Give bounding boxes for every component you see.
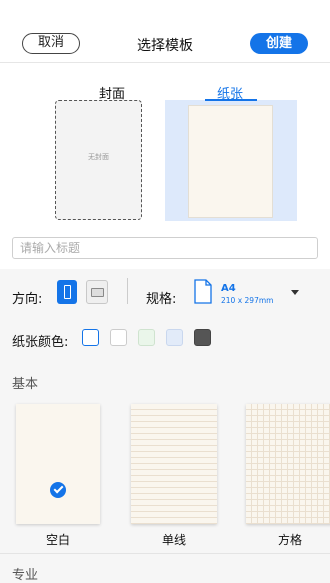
template-label-blank: 空白 <box>45 533 70 547</box>
paper-color-label: 纸张颜色: <box>12 335 69 350</box>
portrait-button[interactable] <box>57 280 77 304</box>
chevron-down-icon[interactable] <box>291 290 299 295</box>
no-cover-text: 无封面 <box>88 153 109 161</box>
template-grid[interactable] <box>246 404 330 524</box>
landscape-icon <box>91 288 104 297</box>
create-button[interactable]: 创建 <box>250 33 308 54</box>
color-swatch-white[interactable] <box>110 329 127 346</box>
section-title-pro: 专业 <box>12 568 39 583</box>
color-swatch-green[interactable] <box>138 329 155 346</box>
page-size-icon[interactable] <box>194 279 212 304</box>
cover-preview[interactable]: 无封面 <box>55 100 142 220</box>
checkmark-icon <box>50 482 66 498</box>
size-dimensions: 210 x 297mm <box>221 296 274 305</box>
template-label-single-line: 单线 <box>161 533 186 547</box>
section-title-basic: 基本 <box>12 377 39 392</box>
paper-tab-indicator <box>205 99 257 101</box>
divider <box>127 278 128 304</box>
orientation-label: 方向: <box>12 292 43 307</box>
template-blank[interactable] <box>16 404 100 524</box>
portrait-icon <box>64 285 71 299</box>
landscape-button[interactable] <box>86 280 108 304</box>
template-single-line[interactable] <box>131 404 217 524</box>
color-swatch-white-selected[interactable] <box>82 329 99 346</box>
divider <box>0 553 330 554</box>
color-swatch-blue[interactable] <box>166 329 183 346</box>
preview-area: 封面 无封面 纸张 请输入标题 <box>0 63 330 269</box>
color-swatch-dark[interactable] <box>194 329 211 346</box>
size-label: 规格: <box>146 292 177 307</box>
title-input[interactable]: 请输入标题 <box>12 237 318 259</box>
size-name[interactable]: A4 <box>221 283 236 294</box>
header-bar: 取消 选择模板 创建 <box>0 0 330 63</box>
paper-preview[interactable] <box>188 105 273 218</box>
template-label-grid: 方格 <box>277 533 302 547</box>
